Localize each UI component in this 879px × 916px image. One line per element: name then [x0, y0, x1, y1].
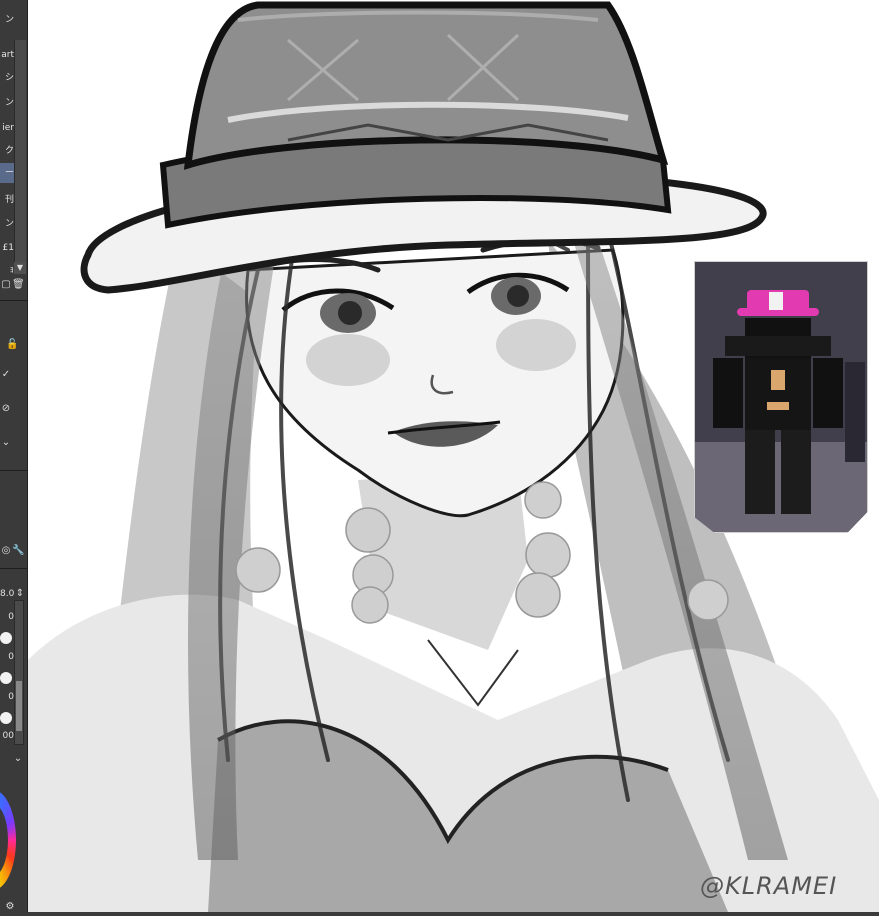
scroll-down-icon[interactable]: ▼ [14, 262, 26, 274]
value-label-1: 0 [8, 612, 14, 622]
panel-row-10[interactable]: £1 [0, 238, 14, 258]
panel-row-6[interactable]: ク [0, 141, 14, 161]
slider-knob-1[interactable] [0, 632, 12, 644]
size-stepper-icon[interactable]: ⇕ [14, 587, 26, 601]
value-label-2: 0 [8, 652, 14, 662]
panel-row-3[interactable]: シ [0, 68, 14, 88]
color-wheel[interactable] [0, 790, 16, 890]
size-value[interactable]: 8.0 [0, 589, 14, 599]
value-label-4: 00 [2, 731, 14, 741]
lock-icon[interactable]: 🔓 [6, 338, 18, 352]
panel-row-1[interactable]: ン [0, 10, 14, 30]
panel-row-2[interactable]: art [0, 45, 14, 65]
panel-divider [0, 300, 27, 301]
settings-icon[interactable]: ⊘ [0, 402, 12, 416]
panel-slider-thumb[interactable] [16, 681, 22, 731]
reference-avatar-graphic [695, 262, 867, 532]
circle-icon[interactable]: ◎ [0, 544, 12, 558]
panel-row-7-selected[interactable]: ー [0, 163, 14, 183]
chevron-down-icon[interactable]: ⌄ [0, 436, 12, 450]
bottom-status-bar [0, 912, 879, 916]
reference-image [694, 261, 868, 533]
panel-row-5[interactable]: ier [0, 118, 14, 138]
trash-icon[interactable]: 🗑 [12, 278, 25, 292]
panel-row-11[interactable]: ｮ [0, 260, 14, 280]
tool-property-panel: ン ▲ art シ ン ier ク ー 刊 ン £1 ｮ ▼ ▢ 🗑 🔓 ✓ ⊘… [0, 0, 28, 916]
panel-row-8[interactable]: 刊 [0, 190, 14, 210]
check-icon[interactable]: ✓ [0, 368, 12, 382]
panel-divider [0, 568, 27, 569]
panel-scrollbar[interactable] [14, 40, 26, 272]
slider-knob-2[interactable] [0, 672, 12, 684]
artist-watermark: @KLRAMEI [700, 872, 838, 900]
panel-vertical-slider[interactable] [14, 600, 24, 745]
expand-down-icon[interactable]: ⌄ [12, 752, 24, 766]
panel-row-4[interactable]: ン [0, 93, 14, 113]
slider-knob-3[interactable] [0, 712, 12, 724]
panel-row-9[interactable]: ン [0, 214, 14, 234]
drawing-canvas[interactable]: @KLRAMEI [28, 0, 879, 912]
wrench-icon[interactable]: 🔧 [12, 544, 24, 558]
copy-icon[interactable]: ▢ [0, 278, 12, 292]
value-label-3: 0 [8, 692, 14, 702]
panel-divider [0, 470, 27, 471]
